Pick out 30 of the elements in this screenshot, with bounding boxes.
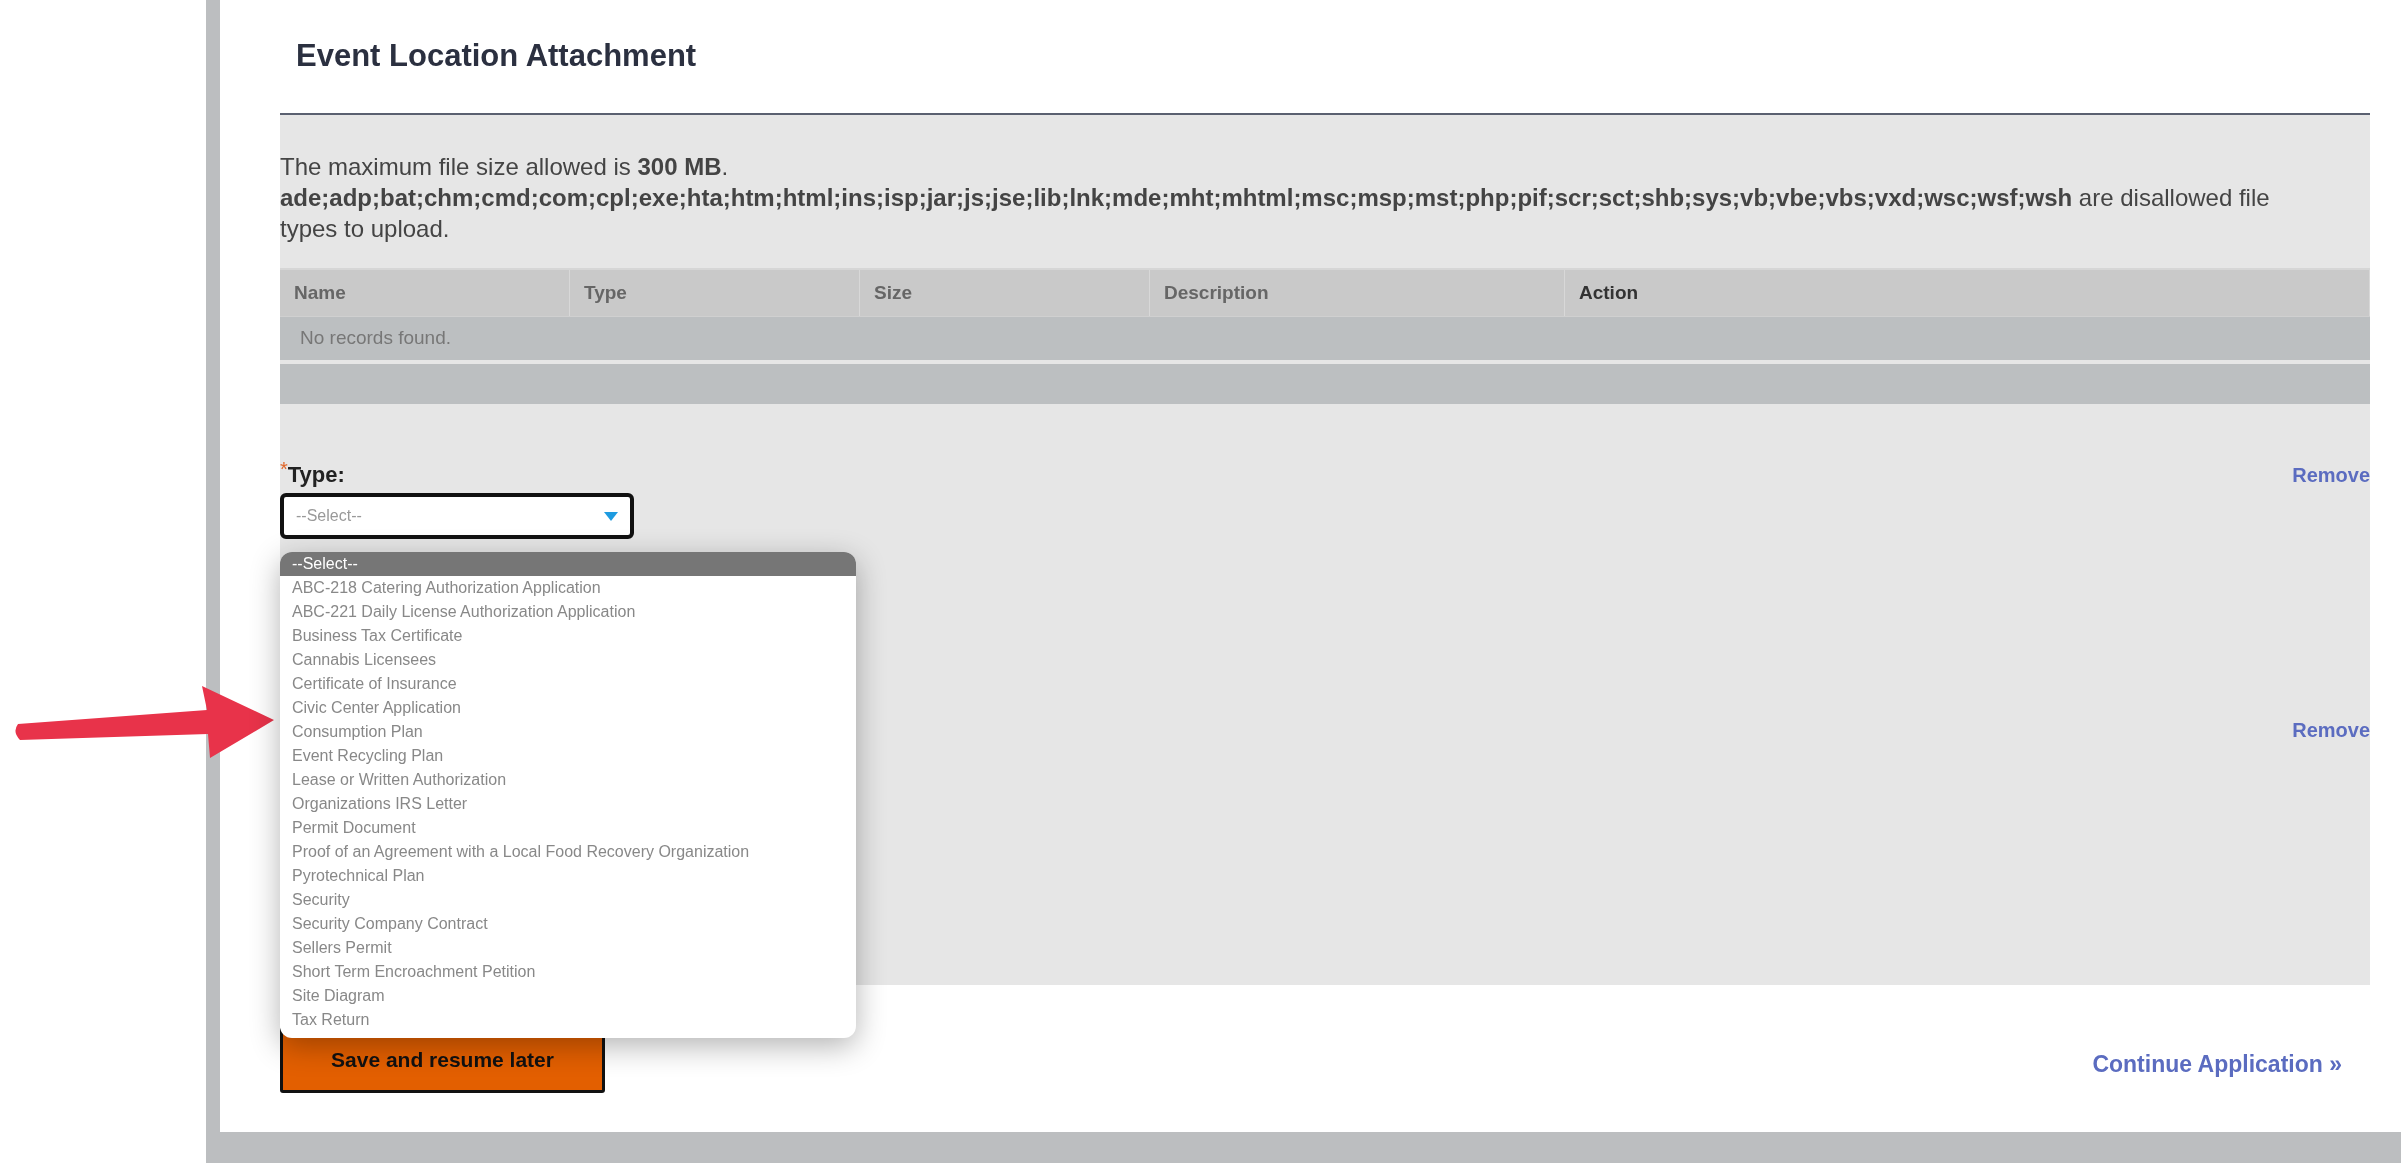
dropdown-option[interactable]: ABC-221 Daily License Authorization Application [280, 600, 856, 624]
dropdown-option[interactable]: Short Term Encroachment Petition [280, 960, 856, 984]
file-size-note: The maximum file size allowed is 300 MB. [280, 152, 730, 182]
dropdown-option[interactable]: Site Diagram [280, 984, 856, 1008]
caret-icon [604, 511, 618, 521]
dropdown-option[interactable]: Organizations IRS Letter [280, 792, 856, 816]
remove-link[interactable]: Remove [2292, 460, 2370, 490]
dropdown-option[interactable]: Sellers Permit [280, 936, 856, 960]
continue-application-link[interactable]: Continue Application » [2092, 1047, 2342, 1082]
dropdown-option[interactable]: Permit Document [280, 816, 856, 840]
dropdown-option[interactable]: Business Tax Certificate [280, 624, 856, 648]
type-select[interactable]: --Select-- [280, 493, 634, 539]
dropdown-option[interactable]: Security Company Contract [280, 912, 856, 936]
dropdown-option[interactable]: Civic Center Application [280, 696, 856, 720]
dropdown-option[interactable]: Security [280, 888, 856, 912]
dropdown-option[interactable]: Proof of an Agreement with a Local Food Recovery Organization [280, 840, 856, 864]
dropdown-option[interactable]: Consumption Plan [280, 720, 856, 744]
dropdown-option[interactable]: Certificate of Insurance [280, 672, 856, 696]
dropdown-option[interactable]: --Select-- [280, 552, 856, 576]
type-label: Type: [287, 461, 345, 489]
dropdown-option[interactable]: Lease or Written Authorization [280, 768, 856, 792]
required-asterisk: * [280, 458, 288, 480]
dropdown-option[interactable]: ABC-218 Catering Authorization Application [280, 576, 856, 600]
empty-message: No records found. [280, 316, 2370, 360]
dropdown-option[interactable]: Pyrotechnical Plan [280, 864, 856, 888]
remove-link[interactable]: Remove [2292, 715, 2370, 745]
disallowed-types-note: ade;adp;bat;chm;cmd;com;cpl;exe;hta;htm;html;ins;isp;jar;js;jse;lib;lnk;mde;mht;mhtml;msc;msp;mst;php;pif;scr;sct;shb;sys;vb;vbe;vbs;vxd;wsc;wsf;wsh are disallowed file types to upload. [280, 183, 2271, 244]
dropdown-option[interactable]: Cannabis Licensees [280, 648, 856, 672]
dropdown-option[interactable]: Event Recycling Plan [280, 744, 856, 768]
section-title: Event Location Attachment [296, 37, 697, 76]
